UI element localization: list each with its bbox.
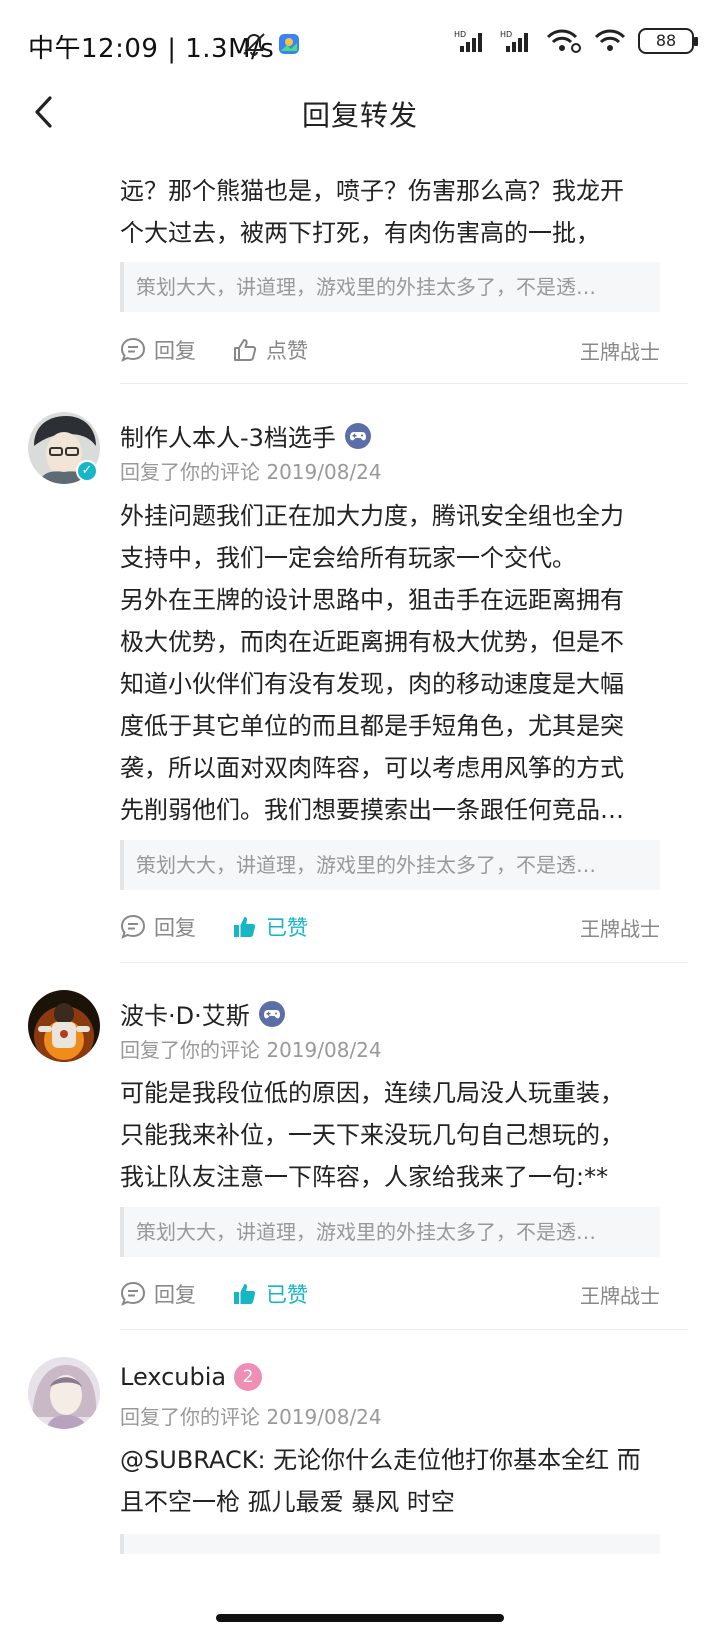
comment-bubble-icon: [120, 1281, 146, 1306]
quoted-comment[interactable]: 策划大大，讲道理，游戏里的外挂太多了，不是透…: [120, 262, 660, 312]
reply-actions: 回复 已赞 王牌战士: [120, 1274, 660, 1314]
wifi-link-icon: [546, 29, 581, 53]
reply-button[interactable]: 回复: [120, 1279, 196, 1309]
comment-bubble-icon: [120, 337, 146, 362]
thumbs-up-filled-icon: [234, 1284, 256, 1304]
svg-text:HD: HD: [500, 30, 512, 39]
like-button[interactable]: 点赞: [232, 335, 308, 365]
quoted-comment[interactable]: 策划大大，讲道理，游戏里的外挂太多了，不是透…: [120, 1207, 660, 1257]
battery-icon: 88: [638, 28, 698, 54]
reply-button[interactable]: 回复: [120, 912, 196, 942]
quoted-comment[interactable]: [120, 1534, 660, 1554]
status-system-icons: HD HD 88: [454, 28, 698, 54]
nav-header: 回复转发: [0, 80, 720, 144]
home-indicator[interactable]: [216, 1614, 504, 1622]
game-tag[interactable]: 王牌战士: [580, 913, 660, 942]
gamepad-badge-icon: [344, 422, 371, 449]
reply-meta: 回复了你的评论 2019/08/24: [120, 1038, 382, 1062]
status-time: 中午12:09 | 1.3M/s: [28, 34, 275, 64]
user-name-row: 制作人本人-3档选手: [120, 418, 372, 453]
verified-badge-icon: ✓: [76, 460, 98, 482]
svg-text:HD: HD: [454, 30, 466, 39]
divider: [120, 962, 688, 963]
divider: [120, 1329, 688, 1330]
gamepad-badge-icon: [258, 1000, 285, 1027]
user-name-row: 波卡·D·艾斯: [120, 996, 286, 1031]
signal-hd-1-icon: HD: [454, 30, 482, 52]
status-bar: 中午12:09 | 1.3M/s HD HD 88: [0, 0, 720, 90]
liked-button[interactable]: 已赞: [232, 912, 308, 942]
user-name[interactable]: 波卡·D·艾斯: [120, 996, 250, 1031]
game-tag[interactable]: 王牌战士: [580, 1280, 660, 1309]
reply-body[interactable]: 可能是我段位低的原因，连续几局没人玩重装， 只能我来补位，一天下来没玩几句自己想…: [120, 1072, 660, 1198]
thumbs-up-filled-icon: [234, 917, 256, 937]
comment-bubble-icon: [120, 914, 146, 939]
user-name[interactable]: Lexcubia: [120, 1363, 226, 1391]
quoted-comment[interactable]: 策划大大，讲道理，游戏里的外挂太多了，不是透…: [120, 840, 660, 890]
signal-hd-2-icon: HD: [500, 30, 528, 52]
wifi-icon: [594, 29, 626, 51]
reply-meta: 回复了你的评论 2019/08/24: [120, 1405, 382, 1429]
muted-bell-icon: [243, 33, 265, 57]
status-notification-icons: [240, 30, 300, 58]
reply-body[interactable]: @SUBRACK: 无论你什么走位他打你基本全红 而 且不空一枪 孤儿最爱 暴风…: [120, 1439, 660, 1523]
game-tag[interactable]: 王牌战士: [580, 336, 660, 365]
thumbs-up-icon: [234, 339, 257, 361]
user-name[interactable]: 制作人本人-3档选手: [120, 418, 336, 453]
divider: [120, 383, 688, 384]
page-title: 回复转发: [301, 99, 418, 132]
reply-body: 远？那个熊猫也是，喷子？伤害那么高？我龙开 个大过去，被两下打死，有肉伤害高的一…: [120, 177, 624, 247]
avatar[interactable]: [28, 1357, 100, 1429]
user-name-row: Lexcubia 2: [120, 1363, 263, 1391]
avatar[interactable]: [28, 990, 100, 1062]
level-badge-icon: 2: [234, 1363, 263, 1391]
reply-actions: 回复 已赞 王牌战士: [120, 907, 660, 947]
reply-meta: 回复了你的评论 2019/08/24: [120, 460, 382, 484]
reply-forward-screen: 中午12:09 | 1.3M/s HD HD 88 回复转发 远？那个熊猫也是，…: [0, 0, 720, 1640]
reply-body[interactable]: 外挂问题我们正在加大力度，腾讯安全组也全力 支持中，我们一定会给所有玩家一个交代…: [120, 495, 660, 831]
reply-button[interactable]: 回复: [120, 335, 196, 365]
liked-button[interactable]: 已赞: [232, 1279, 308, 1309]
gallery-app-icon: [279, 34, 299, 54]
reply-actions: 回复 点赞 王牌战士: [120, 330, 660, 370]
